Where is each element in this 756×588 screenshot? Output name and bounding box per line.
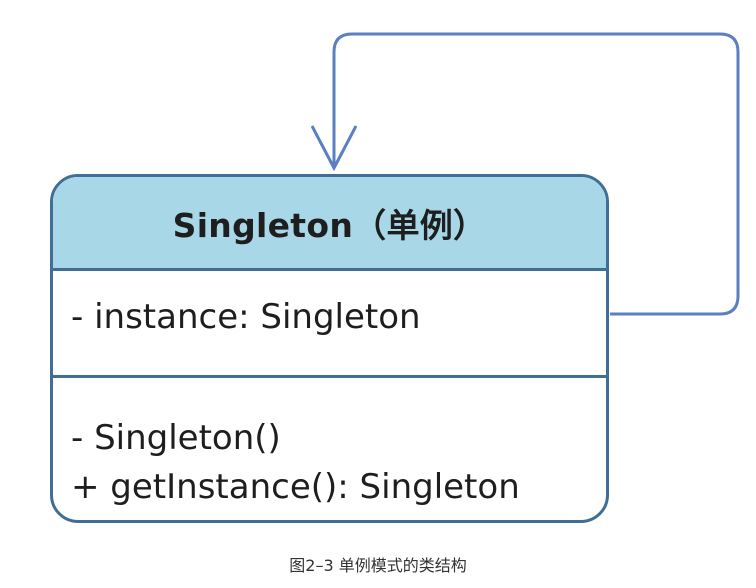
figure-caption: 图2–3 单例模式的类结构: [289, 556, 467, 575]
method-constructor: - Singleton(): [71, 418, 281, 458]
attributes-section: - instance: Singleton: [53, 271, 606, 378]
methods-section: - Singleton() + getInstance(): Singleton: [53, 378, 606, 520]
attribute-instance: - instance: Singleton: [71, 297, 421, 337]
singleton-class-box: Singleton（单例） - instance: Singleton - Si…: [50, 174, 609, 523]
method-get-instance: + getInstance(): Singleton: [71, 467, 520, 507]
class-header: Singleton（单例）: [53, 177, 606, 271]
class-name: Singleton（单例）: [172, 205, 487, 245]
